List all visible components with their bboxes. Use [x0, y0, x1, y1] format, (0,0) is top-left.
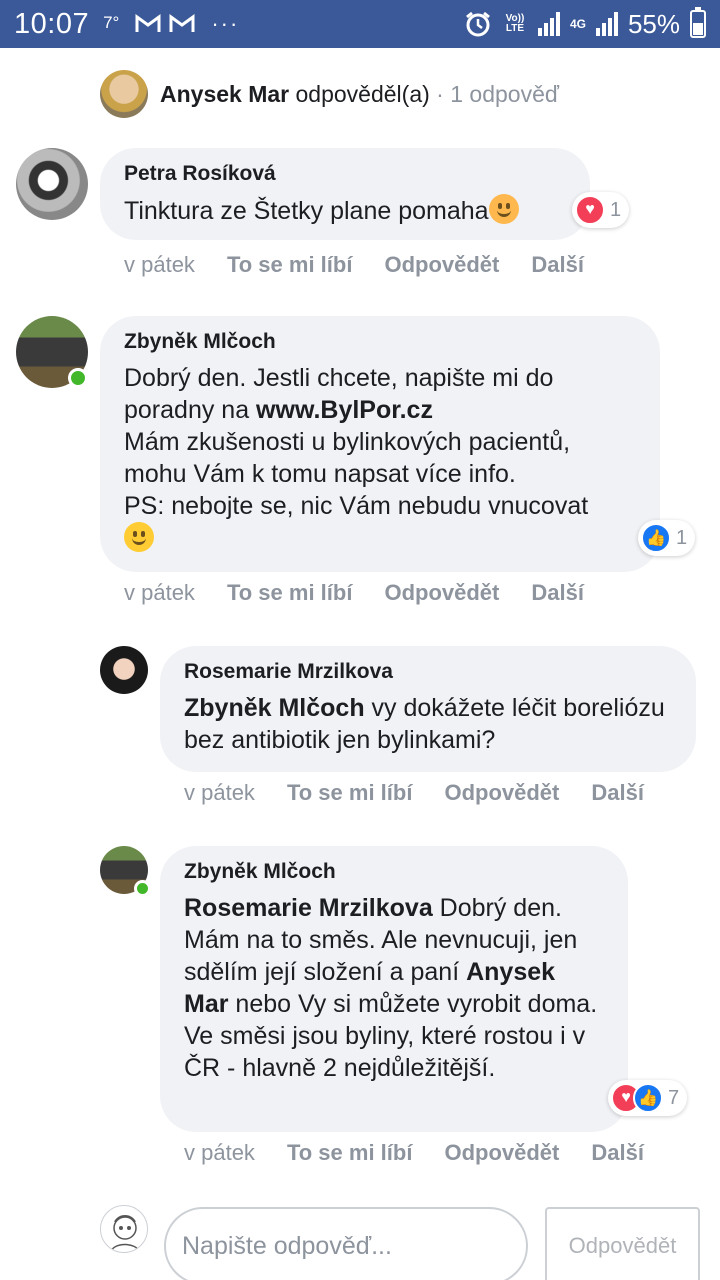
reply-button[interactable]: Odpovědět — [384, 580, 499, 606]
reaction-count: 1 — [610, 198, 622, 221]
reply-count[interactable]: 1 odpověď — [450, 81, 559, 107]
comment: Zbyněk Mlčoch Rosemarie Mrzilkova Dobrý … — [100, 846, 710, 1176]
comment-time: v pátek — [184, 1140, 255, 1165]
comment-author[interactable]: Zbyněk Mlčoch — [124, 330, 636, 354]
mention-link[interactable]: Zbyněk Mlčoch — [184, 694, 365, 722]
comment-line: poradny na — [124, 396, 257, 424]
comment-line: Mám zkušenosti u bylinkových pacientů, — [124, 428, 571, 456]
more-button[interactable]: Další — [591, 780, 644, 806]
avatar[interactable] — [100, 70, 148, 118]
comment-author[interactable]: Petra Rosíková — [124, 162, 566, 186]
comment: Zbyněk Mlčoch Dobrý den. Jestli chcete, … — [16, 316, 706, 616]
like-button[interactable]: To se mi líbí — [227, 580, 353, 606]
battery-icon — [690, 7, 706, 38]
comment-bubble[interactable]: Rosemarie Mrzilkova Zbyněk Mlčoch vy dok… — [160, 646, 696, 772]
blush-emoji-icon — [488, 194, 519, 224]
battery-percent: 55% — [627, 8, 680, 39]
comment-bubble[interactable]: Petra Rosíková Tinktura ze Štetky plane … — [100, 148, 590, 240]
like-button[interactable]: To se mi líbí — [287, 780, 413, 806]
submit-reply-button[interactable]: Odpovědět — [545, 1207, 700, 1280]
comment-author[interactable]: Zbyněk Mlčoch — [184, 860, 604, 884]
comment: Rosemarie Mrzilkova Zbyněk Mlčoch vy dok… — [100, 646, 700, 816]
reply-button[interactable]: Odpovědět — [444, 1140, 559, 1166]
comment-bubble[interactable]: Zbyněk Mlčoch Dobrý den. Jestli chcete, … — [100, 316, 660, 572]
thread-author[interactable]: Anysek Mar — [160, 81, 289, 107]
thread-header[interactable]: Anysek Mar odpověděl(a) · 1 odpověď — [100, 70, 559, 118]
signal-icon — [537, 12, 560, 36]
alarm-icon — [466, 11, 490, 37]
more-notifications-icon: ··· — [211, 11, 240, 36]
comment-actions: v pátek To se mi líbí Odpovědět Další — [184, 1140, 676, 1166]
reaction-count: 7 — [668, 1086, 680, 1109]
love-reaction-icon: ♥ — [575, 195, 605, 225]
comment-actions: v pátek To se mi líbí Odpovědět Další — [124, 580, 616, 606]
comment-time: v pátek — [184, 780, 255, 805]
reply-button[interactable]: Odpovědět — [444, 780, 559, 806]
smile-emoji-icon — [124, 522, 154, 552]
more-button[interactable]: Další — [531, 580, 584, 606]
like-button[interactable]: To se mi líbí — [287, 1140, 413, 1166]
comment-line: mohu Vám k tomu napsat více info. — [124, 460, 516, 488]
like-reaction-icon: 👍 — [641, 523, 671, 553]
online-status-icon — [68, 368, 88, 388]
separator: · — [436, 80, 444, 107]
reactions[interactable]: ♥ 1 — [572, 192, 630, 228]
reply-button[interactable]: Odpovědět — [384, 252, 499, 278]
comment-line: PS: nebojte se, nic Vám nebudu vnucovat — [124, 492, 589, 520]
comment-actions: v pátek To se mi líbí Odpovědět Další — [124, 252, 616, 278]
status-bar: 10:07 7° ··· Vo)) LTE 4G 55% — [0, 0, 720, 48]
user-sketch-icon — [110, 1215, 140, 1252]
like-reaction-icon: 👍 — [633, 1083, 663, 1113]
mention-link[interactable]: Rosemarie Mrzilkova — [184, 894, 433, 922]
reactions[interactable]: 👍 1 — [638, 520, 696, 556]
volte-indicator: Vo)) LTE — [505, 13, 525, 34]
gmail-icon — [169, 14, 195, 32]
thread-action: odpověděl(a) — [295, 80, 430, 107]
network-type: 4G — [569, 17, 586, 31]
avatar[interactable] — [100, 646, 148, 694]
temperature: 7° — [103, 13, 120, 32]
like-button[interactable]: To se mi líbí — [227, 252, 353, 278]
more-button[interactable]: Další — [591, 1140, 644, 1166]
reaction-count: 1 — [676, 526, 688, 549]
avatar — [100, 1205, 148, 1253]
comment-author[interactable]: Rosemarie Mrzilkova — [184, 660, 672, 684]
reactions[interactable]: ♥ 👍 7 — [608, 1080, 688, 1116]
clock: 10:07 — [14, 7, 90, 40]
signal-icon-2 — [595, 12, 618, 36]
avatar[interactable] — [16, 148, 88, 220]
reply-input[interactable]: Napište odpověď... — [164, 1207, 528, 1280]
comment-text: nebo Vy si můžete vyrobit doma. Ve směsi… — [184, 990, 598, 1082]
reply-composer: Napište odpověď... Odpovědět — [100, 1205, 710, 1280]
comment-text: Tinktura ze Štetky plane pomaha — [124, 197, 489, 225]
comment-bubble[interactable]: Zbyněk Mlčoch Rosemarie Mrzilkova Dobrý … — [160, 846, 628, 1132]
comment-line: Dobrý den. Jestli chcete, napište mi do — [124, 364, 554, 392]
comment: Petra Rosíková Tinktura ze Štetky plane … — [16, 148, 636, 278]
more-button[interactable]: Další — [531, 252, 584, 278]
comment-actions: v pátek To se mi líbí Odpovědět Další — [184, 780, 676, 806]
online-status-icon — [134, 880, 151, 897]
website-link[interactable]: www.BylPor.cz — [256, 396, 433, 424]
comment-time: v pátek — [124, 580, 195, 605]
gmail-icon — [135, 14, 161, 32]
notification-icons — [135, 14, 195, 34]
comment-time: v pátek — [124, 252, 195, 277]
